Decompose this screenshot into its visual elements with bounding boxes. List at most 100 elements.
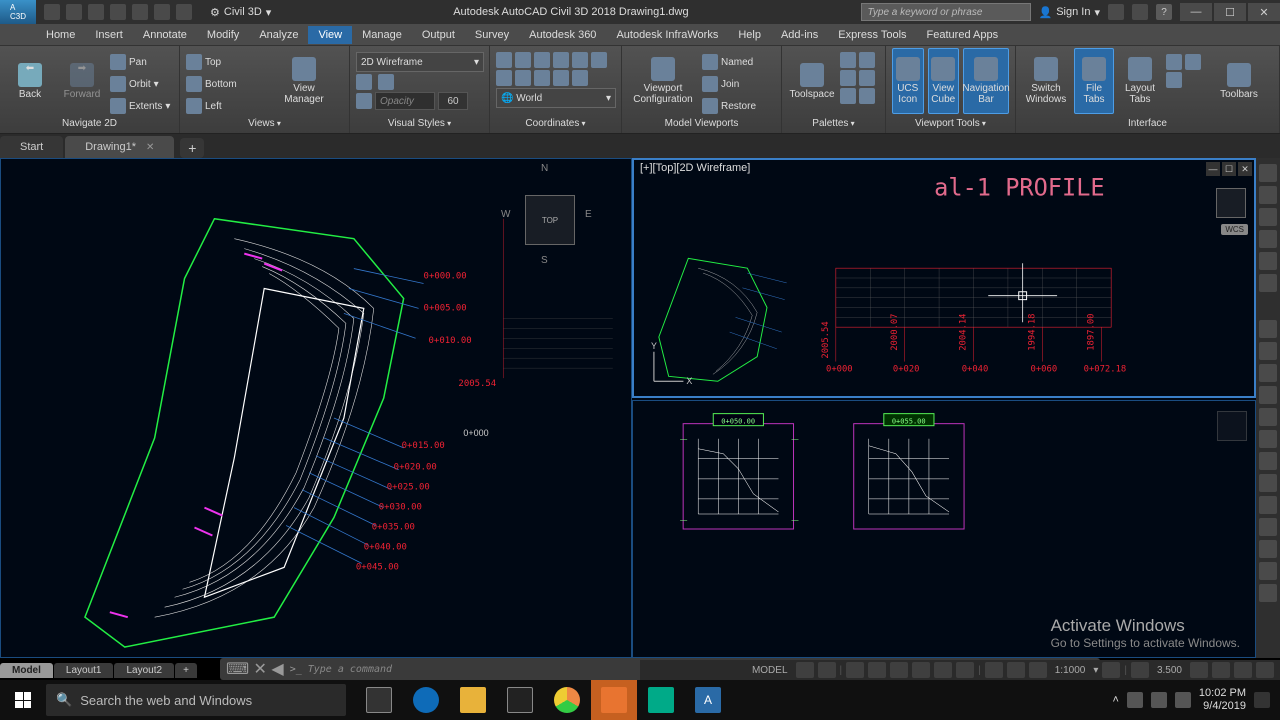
tab-annotate[interactable]: Annotate xyxy=(133,26,197,44)
restore-viewports-button[interactable]: Restore xyxy=(702,96,756,116)
ws-icon[interactable] xyxy=(1102,662,1120,678)
task-explorer-icon[interactable] xyxy=(450,680,496,720)
close-button[interactable]: ✕ xyxy=(1248,3,1280,21)
nav-showmotion-icon[interactable] xyxy=(1259,274,1277,292)
command-input[interactable]: Type a command xyxy=(308,664,392,675)
tile-h-icon[interactable] xyxy=(1166,54,1182,70)
tray-chevron-icon[interactable]: ˄ xyxy=(1112,694,1118,706)
task-view-icon[interactable] xyxy=(356,680,402,720)
task-app2-icon[interactable] xyxy=(638,680,684,720)
task-autocad-icon[interactable]: A xyxy=(685,680,731,720)
workspace-selector[interactable]: ⚙ Civil 3D ▾ xyxy=(200,6,281,19)
qat-plot-icon[interactable] xyxy=(132,4,148,20)
nav-wheel-icon[interactable] xyxy=(1259,186,1277,204)
iso-icon[interactable] xyxy=(1190,662,1208,678)
layout-tab-add[interactable]: + xyxy=(175,663,197,678)
ucs-icon5[interactable] xyxy=(572,52,588,68)
view-bottom-button[interactable]: Bottom xyxy=(186,74,276,94)
tile-v-icon[interactable] xyxy=(1185,54,1201,70)
cascade-icon[interactable] xyxy=(1166,72,1182,88)
clean-icon[interactable] xyxy=(1234,662,1252,678)
tray-volume-icon[interactable] xyxy=(1151,692,1167,708)
file-tabs-button[interactable]: File Tabs xyxy=(1074,48,1114,114)
tab-expresstools[interactable]: Express Tools xyxy=(828,26,916,44)
app-icon[interactable]: AC3D xyxy=(0,0,36,24)
tab-home[interactable]: Home xyxy=(36,26,85,44)
otrack-icon[interactable] xyxy=(912,662,930,678)
nav-pan-icon[interactable] xyxy=(1259,208,1277,226)
tool-icon9[interactable] xyxy=(1259,496,1277,514)
view-top-button[interactable]: Top xyxy=(186,52,276,72)
help-icon[interactable]: ? xyxy=(1156,4,1172,20)
sc-icon[interactable] xyxy=(985,662,1003,678)
ortho-icon[interactable] xyxy=(846,662,864,678)
tool-icon8[interactable] xyxy=(1259,474,1277,492)
edge-icon[interactable] xyxy=(378,74,394,90)
layout-tab-model[interactable]: Model xyxy=(0,663,53,678)
panel-visualstyles[interactable]: Visual Styles xyxy=(356,116,483,131)
viewport-left[interactable]: N W E S TOP xyxy=(0,158,632,658)
maximize-button[interactable]: ☐ xyxy=(1214,3,1246,21)
hw-icon[interactable] xyxy=(1212,662,1230,678)
panel-views[interactable]: Views xyxy=(186,116,343,131)
palette-icon2[interactable] xyxy=(859,52,875,68)
qat-open-icon[interactable] xyxy=(66,4,82,20)
vp-max-icon[interactable]: ☐ xyxy=(1222,162,1236,176)
viewport-top-right[interactable]: [+][Top][2D Wireframe] — ☐ ✕ WCS al-1 PR… xyxy=(632,158,1256,398)
tab-featuredapps[interactable]: Featured Apps xyxy=(917,26,1009,44)
tray-lang-icon[interactable] xyxy=(1175,692,1191,708)
orbit-button[interactable]: Orbit ▾ xyxy=(110,74,170,94)
stayconnected-icon[interactable] xyxy=(1132,4,1148,20)
polar-icon[interactable] xyxy=(868,662,886,678)
tool-icon2[interactable] xyxy=(1259,342,1277,360)
nav-bar-button[interactable]: Navigation Bar xyxy=(963,48,1009,114)
opacity-value[interactable]: 60 xyxy=(438,92,468,110)
layout-tab-layout2[interactable]: Layout2 xyxy=(114,663,174,678)
status-scale[interactable]: 1:1000 xyxy=(1051,665,1090,676)
tab-insert[interactable]: Insert xyxy=(85,26,133,44)
ucs-icon1[interactable] xyxy=(496,52,512,68)
tab-autodesk360[interactable]: Autodesk 360 xyxy=(519,26,606,44)
tab-manage[interactable]: Manage xyxy=(352,26,412,44)
opacity-icon[interactable] xyxy=(356,93,372,109)
qat-undo-icon[interactable] xyxy=(154,4,170,20)
status-val[interactable]: 3.500 xyxy=(1153,665,1186,676)
tool-icon5[interactable] xyxy=(1259,408,1277,426)
join-viewports-button[interactable]: Join xyxy=(702,74,756,94)
task-store-icon[interactable] xyxy=(497,680,543,720)
layout-tab-layout1[interactable]: Layout1 xyxy=(54,663,114,678)
signin-button[interactable]: 👤 Sign In ▾ xyxy=(1039,6,1100,19)
tray-notifications-icon[interactable] xyxy=(1254,692,1270,708)
help-search-input[interactable]: Type a keyword or phrase xyxy=(861,3,1031,21)
osnap-icon[interactable] xyxy=(890,662,908,678)
file-tab-drawing1[interactable]: Drawing1*✕ xyxy=(65,136,174,158)
ucs-icon9[interactable] xyxy=(534,70,550,86)
ucs-icon8[interactable] xyxy=(515,70,531,86)
start-button[interactable] xyxy=(0,680,46,720)
tab-analyze[interactable]: Analyze xyxy=(249,26,308,44)
named-viewports-button[interactable]: Named xyxy=(702,52,756,72)
status-model[interactable]: MODEL xyxy=(748,665,792,676)
tool-icon3[interactable] xyxy=(1259,364,1277,382)
tab-help[interactable]: Help xyxy=(728,26,771,44)
view-manager-button[interactable]: View Manager xyxy=(280,48,328,114)
tool-icon11[interactable] xyxy=(1259,540,1277,558)
exchange-icon[interactable] xyxy=(1108,4,1124,20)
tab-survey[interactable]: Survey xyxy=(465,26,519,44)
tool-icon13[interactable] xyxy=(1259,584,1277,602)
pan-button[interactable]: Pan xyxy=(110,52,170,72)
palette-icon6[interactable] xyxy=(859,88,875,104)
new-tab-button[interactable]: + xyxy=(180,138,204,158)
tray-clock[interactable]: 10:02 PM9/4/2019 xyxy=(1199,687,1246,713)
transp-icon[interactable] xyxy=(956,662,974,678)
tab-modify[interactable]: Modify xyxy=(197,26,249,44)
ucs-icon6[interactable] xyxy=(591,52,607,68)
taskbar-search[interactable]: 🔍 Search the web and Windows xyxy=(46,684,346,716)
qat-redo-icon[interactable] xyxy=(176,4,192,20)
lw-icon[interactable] xyxy=(934,662,952,678)
view-left-button[interactable]: Left xyxy=(186,96,276,116)
vp-close-icon[interactable]: ✕ xyxy=(1238,162,1252,176)
viewport-label[interactable]: [+][Top][2D Wireframe] xyxy=(640,162,750,174)
switch-windows-button[interactable]: Switch Windows xyxy=(1022,48,1070,114)
qat-save-icon[interactable] xyxy=(88,4,104,20)
